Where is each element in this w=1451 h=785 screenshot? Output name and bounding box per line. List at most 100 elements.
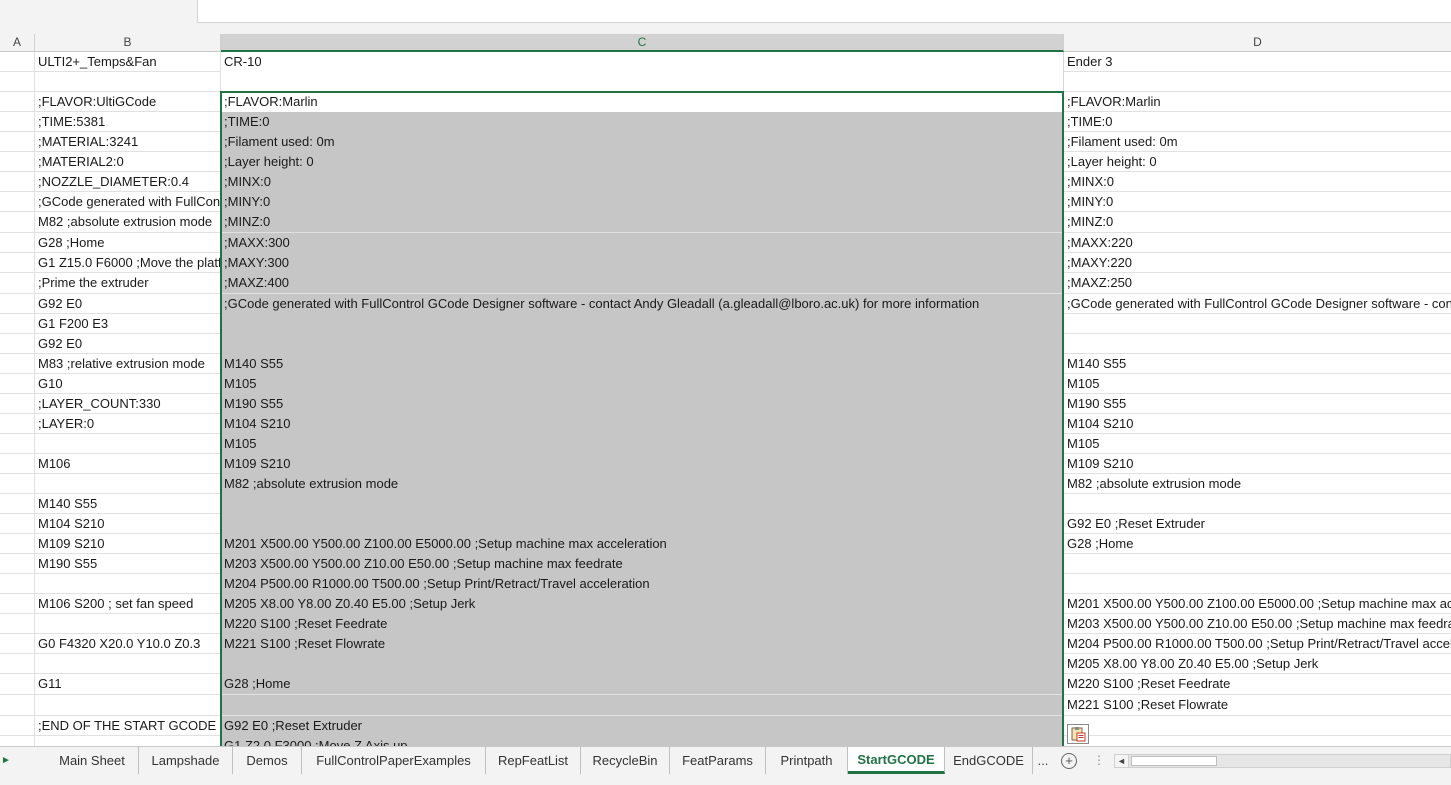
cell-a[interactable] <box>0 716 35 736</box>
cell-a[interactable] <box>0 253 35 273</box>
cell-a[interactable] <box>0 494 35 514</box>
cell-c[interactable]: ;FLAVOR:Marlin <box>221 92 1064 112</box>
column-header-b[interactable]: B <box>35 34 221 52</box>
cell-b[interactable]: G11 <box>35 674 221 694</box>
cell-d[interactable] <box>1064 554 1451 574</box>
column-header-c[interactable]: C <box>221 34 1064 52</box>
cell-c[interactable]: ;MAXZ:400 <box>221 273 1064 293</box>
cell-b[interactable] <box>35 474 221 494</box>
cell-d[interactable]: ;MAXZ:250 <box>1064 273 1451 293</box>
cell-b[interactable]: M109 S210 <box>35 534 221 554</box>
cell-b[interactable] <box>35 736 221 746</box>
cell-c[interactable]: ;Layer height: 0 <box>221 152 1064 172</box>
cell-b[interactable] <box>35 614 221 634</box>
scrollbar-thumb[interactable] <box>1131 756 1217 766</box>
cell-c[interactable]: M190 S55 <box>221 394 1064 414</box>
cell-b[interactable]: M83 ;relative extrusion mode <box>35 354 221 374</box>
cell-a[interactable] <box>0 172 35 192</box>
cell-b[interactable]: ;GCode generated with FullControl GCode … <box>35 192 221 212</box>
cell-b[interactable]: M82 ;absolute extrusion mode <box>35 212 221 232</box>
cell-a[interactable] <box>0 72 35 92</box>
cell-a[interactable] <box>0 394 35 414</box>
cell-a[interactable] <box>0 374 35 394</box>
horizontal-scrollbar[interactable]: ◄ <box>1114 754 1451 768</box>
cell-a[interactable] <box>0 354 35 374</box>
cell-c[interactable]: ;GCode generated with FullControl GCode … <box>221 294 1064 314</box>
cell-b[interactable] <box>35 654 221 674</box>
sheet-tab[interactable]: FullControlPaperExamples <box>302 747 486 774</box>
formula-input[interactable] <box>197 0 1451 23</box>
cell-b[interactable]: M140 S55 <box>35 494 221 514</box>
cell-a[interactable] <box>0 294 35 314</box>
cell-b[interactable]: ;Prime the extruder <box>35 273 221 293</box>
cell-a[interactable] <box>0 334 35 354</box>
cell-c[interactable]: ;TIME:0 <box>221 112 1064 132</box>
cell-c[interactable]: ;MINZ:0 <box>221 212 1064 232</box>
cell-c[interactable]: M201 X500.00 Y500.00 Z100.00 E5000.00 ;S… <box>221 534 1064 554</box>
cell-a[interactable] <box>0 273 35 293</box>
cell-d[interactable]: ;MINZ:0 <box>1064 212 1451 232</box>
cell-b[interactable]: ULTI2+_Temps&Fan <box>35 52 221 72</box>
cell-a[interactable] <box>0 594 35 614</box>
cell-d[interactable]: M105 <box>1064 434 1451 454</box>
cell-a[interactable] <box>0 92 35 112</box>
cell-d[interactable]: ;MAXY:220 <box>1064 253 1451 273</box>
cell-b[interactable]: ;MATERIAL2:0 <box>35 152 221 172</box>
cell-a[interactable] <box>0 414 35 434</box>
cell-a[interactable] <box>0 52 35 72</box>
cell-c[interactable] <box>221 314 1064 334</box>
cell-a[interactable] <box>0 192 35 212</box>
name-box[interactable] <box>0 0 197 22</box>
cell-a[interactable] <box>0 132 35 152</box>
cell-a[interactable] <box>0 674 35 694</box>
cell-c[interactable] <box>221 334 1064 354</box>
cell-b[interactable]: ;LAYER:0 <box>35 414 221 434</box>
cell-c[interactable] <box>221 514 1064 534</box>
cell-d[interactable]: M201 X500.00 Y500.00 Z100.00 E5000.00 ;S… <box>1064 594 1451 614</box>
cell-c[interactable]: M109 S210 <box>221 454 1064 474</box>
cell-d[interactable] <box>1064 736 1451 746</box>
cell-a[interactable] <box>0 233 35 253</box>
cell-d[interactable]: ;FLAVOR:Marlin <box>1064 92 1451 112</box>
cell-b[interactable]: M190 S55 <box>35 554 221 574</box>
cell-a[interactable] <box>0 152 35 172</box>
cell-d[interactable]: ;Filament used: 0m <box>1064 132 1451 152</box>
cell-b[interactable]: G1 Z15.0 F6000 ;Move the platform down 1… <box>35 253 221 273</box>
cell-c[interactable]: M205 X8.00 Y8.00 Z0.40 E5.00 ;Setup Jerk <box>221 594 1064 614</box>
cell-c[interactable]: M140 S55 <box>221 354 1064 374</box>
cell-c[interactable] <box>221 72 1064 92</box>
cell-b[interactable]: M106 S200 ; set fan speed <box>35 594 221 614</box>
sheet-tab[interactable]: EndGCODE <box>945 747 1033 774</box>
cell-c[interactable]: ;MAXY:300 <box>221 253 1064 273</box>
cell-b[interactable]: ;LAYER_COUNT:330 <box>35 394 221 414</box>
cell-a[interactable] <box>0 454 35 474</box>
cell-d[interactable]: M204 P500.00 R1000.00 T500.00 ;Setup Pri… <box>1064 634 1451 654</box>
cell-a[interactable] <box>0 634 35 654</box>
cell-b[interactable]: M104 S210 <box>35 514 221 534</box>
cell-b[interactable]: G28 ;Home <box>35 233 221 253</box>
cell-c[interactable]: M105 <box>221 434 1064 454</box>
cell-b[interactable] <box>35 695 221 715</box>
cell-b[interactable]: G0 F4320 X20.0 Y10.0 Z0.3 <box>35 634 221 654</box>
cell-c[interactable] <box>221 695 1064 715</box>
cell-d[interactable] <box>1064 574 1451 594</box>
cell-c[interactable]: M105 <box>221 374 1064 394</box>
cell-b[interactable]: ;NOZZLE_DIAMETER:0.4 <box>35 172 221 192</box>
cell-c[interactable]: M221 S100 ;Reset Flowrate <box>221 634 1064 654</box>
cell-b[interactable]: M106 <box>35 454 221 474</box>
cell-a[interactable] <box>0 434 35 454</box>
cell-a[interactable] <box>0 314 35 334</box>
cell-b[interactable] <box>35 434 221 454</box>
cell-d[interactable]: M109 S210 <box>1064 454 1451 474</box>
scroll-left-icon[interactable]: ◄ <box>1115 755 1129 767</box>
cell-b[interactable]: ;FLAVOR:UltiGCode <box>35 92 221 112</box>
tab-splitter-handle[interactable]: ⋮ <box>1093 747 1105 774</box>
cell-c[interactable]: M220 S100 ;Reset Feedrate <box>221 614 1064 634</box>
cell-a[interactable] <box>0 534 35 554</box>
cell-d[interactable]: ;MINX:0 <box>1064 172 1451 192</box>
cell-d[interactable]: M220 S100 ;Reset Feedrate <box>1064 674 1451 694</box>
cell-a[interactable] <box>0 736 35 746</box>
cell-a[interactable] <box>0 654 35 674</box>
cell-a[interactable] <box>0 474 35 494</box>
cell-c[interactable]: ;MAXX:300 <box>221 233 1064 253</box>
